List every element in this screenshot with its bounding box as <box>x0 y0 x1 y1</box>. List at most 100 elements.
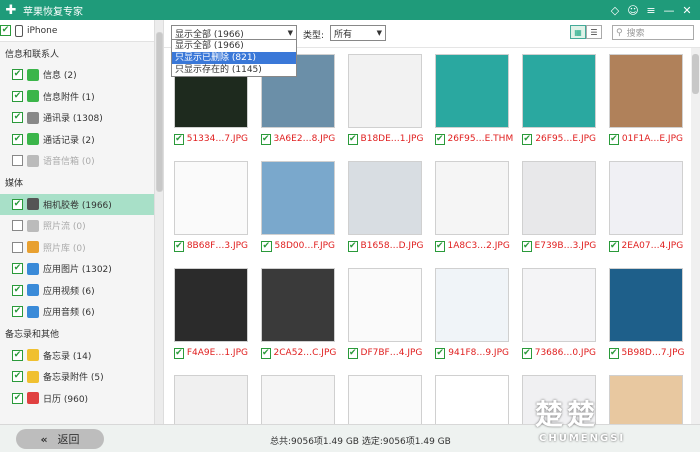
photo-thumbnail[interactable] <box>174 161 248 235</box>
checkbox[interactable]: ✔ <box>522 347 532 359</box>
photo-tile[interactable] <box>348 375 422 424</box>
checkbox[interactable]: ✔ <box>261 240 272 252</box>
filter-option[interactable]: 只显示存在的 (1145) <box>172 64 296 76</box>
back-button[interactable]: « 返回 <box>16 429 104 449</box>
sidebar-item[interactable]: ✔ 信息附件 (1) <box>0 86 154 108</box>
sidebar-item[interactable]: ✔ 备忘录 (14) <box>0 345 154 367</box>
photo-tile[interactable]: ✔ 26F95…E.JPG <box>522 54 596 146</box>
photo-thumbnail[interactable] <box>522 54 596 128</box>
checkbox[interactable]: ✔ <box>12 198 23 210</box>
checkbox[interactable]: ✔ <box>174 133 184 145</box>
search-input[interactable]: ⚲ 搜索 <box>612 25 694 40</box>
photo-thumbnail[interactable] <box>348 375 422 424</box>
checkbox[interactable]: ✔ <box>609 133 619 145</box>
sidebar-item[interactable]: ✔ 信息 (2) <box>0 64 154 86</box>
menu-icon[interactable]: ≡ <box>644 4 658 17</box>
sidebar-item[interactable]: ✔ 应用音频 (6) <box>0 301 154 323</box>
checkbox[interactable] <box>12 220 23 232</box>
photo-tile[interactable]: ✔ 5B98D…7.JPG <box>609 268 684 360</box>
sidebar-item[interactable]: ✔ 应用图片 (1302) <box>0 258 154 280</box>
checkbox[interactable] <box>12 241 23 253</box>
checkbox[interactable]: ✔ <box>12 69 23 81</box>
feedback-icon[interactable]: ☺ <box>626 4 640 17</box>
photo-thumbnail[interactable] <box>261 268 335 342</box>
checkbox[interactable] <box>12 155 23 167</box>
photo-thumbnail[interactable] <box>609 268 683 342</box>
checkbox[interactable]: ✔ <box>174 240 184 252</box>
checkbox[interactable]: ✔ <box>0 25 11 36</box>
checkbox[interactable]: ✔ <box>435 347 446 359</box>
photo-tile[interactable]: ✔ F4A9E…1.JPG <box>174 268 248 360</box>
filter-option[interactable]: 显示全部 (1966) <box>172 40 296 52</box>
photo-tile[interactable]: ✔ DF7BF…4.JPG <box>348 268 422 360</box>
photo-thumbnail[interactable] <box>261 161 335 235</box>
photo-tile[interactable]: ✔ 1A8C3…2.JPG <box>435 161 510 253</box>
checkbox[interactable]: ✔ <box>12 263 23 275</box>
checkbox[interactable]: ✔ <box>348 347 358 359</box>
photo-thumbnail[interactable] <box>609 161 683 235</box>
sidebar-item[interactable]: 照片库 (0) <box>0 237 154 259</box>
checkbox[interactable]: ✔ <box>261 133 271 145</box>
minimize-icon[interactable]: — <box>662 4 676 17</box>
photo-tile[interactable]: ✔ B18DE…1.JPG <box>348 54 423 146</box>
type-select[interactable]: 所有 ▼ <box>330 25 386 41</box>
close-icon[interactable]: ✕ <box>680 4 694 17</box>
checkbox[interactable]: ✔ <box>12 133 23 145</box>
photo-thumbnail[interactable] <box>609 54 683 128</box>
checkbox[interactable]: ✔ <box>12 392 23 404</box>
photo-tile[interactable]: ✔ 73686…0.JPG <box>522 268 596 360</box>
photo-thumbnail[interactable] <box>174 375 248 424</box>
checkbox[interactable]: ✔ <box>12 349 23 361</box>
grid-view-icon[interactable]: ▦ <box>570 25 586 39</box>
checkbox[interactable]: ✔ <box>609 347 619 359</box>
photo-tile[interactable]: ✔ 26F95…E.THM <box>435 54 513 146</box>
sidebar-scrollbar[interactable] <box>155 20 164 424</box>
photo-tile[interactable]: ✔ 2EA07…4.JPG <box>609 161 683 253</box>
photo-tile[interactable] <box>435 375 509 424</box>
checkbox[interactable]: ✔ <box>174 347 184 359</box>
photo-tile[interactable]: ✔ 941F8…9.JPG <box>435 268 509 360</box>
sidebar-item[interactable]: ✔ 备忘录附件 (5) <box>0 366 154 388</box>
sidebar-item[interactable]: ✔ 应用视频 (6) <box>0 280 154 302</box>
checkbox[interactable]: ✔ <box>522 240 532 252</box>
photo-thumbnail[interactable] <box>435 268 509 342</box>
photo-thumbnail[interactable] <box>174 268 248 342</box>
checkbox[interactable]: ✔ <box>12 306 23 318</box>
photo-tile[interactable]: ✔ 01F1A…E.JPG <box>609 54 683 146</box>
checkbox[interactable]: ✔ <box>261 347 271 359</box>
checkbox[interactable]: ✔ <box>348 240 358 252</box>
checkbox[interactable]: ✔ <box>348 133 358 145</box>
photo-tile[interactable] <box>261 375 335 424</box>
checkbox[interactable]: ✔ <box>12 90 23 102</box>
checkbox[interactable]: ✔ <box>435 133 445 145</box>
list-view-icon[interactable]: ☰ <box>586 25 602 39</box>
photo-thumbnail[interactable] <box>435 54 509 128</box>
sidebar-item[interactable]: ✔ 通讯录 (1308) <box>0 107 154 129</box>
photo-tile[interactable]: ✔ 2CA52…C.JPG <box>261 268 336 360</box>
photo-thumbnail[interactable] <box>348 54 422 128</box>
sidebar-item[interactable]: ✔ 通话记录 (2) <box>0 129 154 151</box>
grid-scrollbar[interactable] <box>691 48 700 424</box>
filter-option[interactable]: 只显示已删除 (821) <box>172 52 296 64</box>
photo-tile[interactable] <box>174 375 248 424</box>
sidebar-item[interactable]: 语音信箱 (0) <box>0 150 154 172</box>
photo-thumbnail[interactable] <box>348 161 422 235</box>
photo-thumbnail[interactable] <box>435 161 509 235</box>
photo-tile[interactable]: ✔ E739B…3.JPG <box>522 161 596 253</box>
checkbox[interactable]: ✔ <box>12 371 23 383</box>
checkbox[interactable]: ✔ <box>435 240 445 252</box>
diamond-icon[interactable]: ◇ <box>608 4 622 17</box>
photo-thumbnail[interactable] <box>435 375 509 424</box>
photo-thumbnail[interactable] <box>261 375 335 424</box>
checkbox[interactable]: ✔ <box>12 112 23 124</box>
sidebar-item[interactable]: 照片流 (0) <box>0 215 154 237</box>
checkbox[interactable]: ✔ <box>522 133 533 145</box>
checkbox[interactable]: ✔ <box>12 284 23 296</box>
photo-tile[interactable]: ✔ 58D00…F.JPG <box>261 161 335 253</box>
photo-thumbnail[interactable] <box>522 161 596 235</box>
photo-thumbnail[interactable] <box>522 268 596 342</box>
device-row[interactable]: ✔ iPhone <box>0 20 154 42</box>
photo-tile[interactable]: ✔ 8B68F…3.JPG <box>174 161 248 253</box>
checkbox[interactable]: ✔ <box>609 240 619 252</box>
sidebar-item[interactable]: ✔ 相机胶卷 (1966) <box>0 193 154 215</box>
